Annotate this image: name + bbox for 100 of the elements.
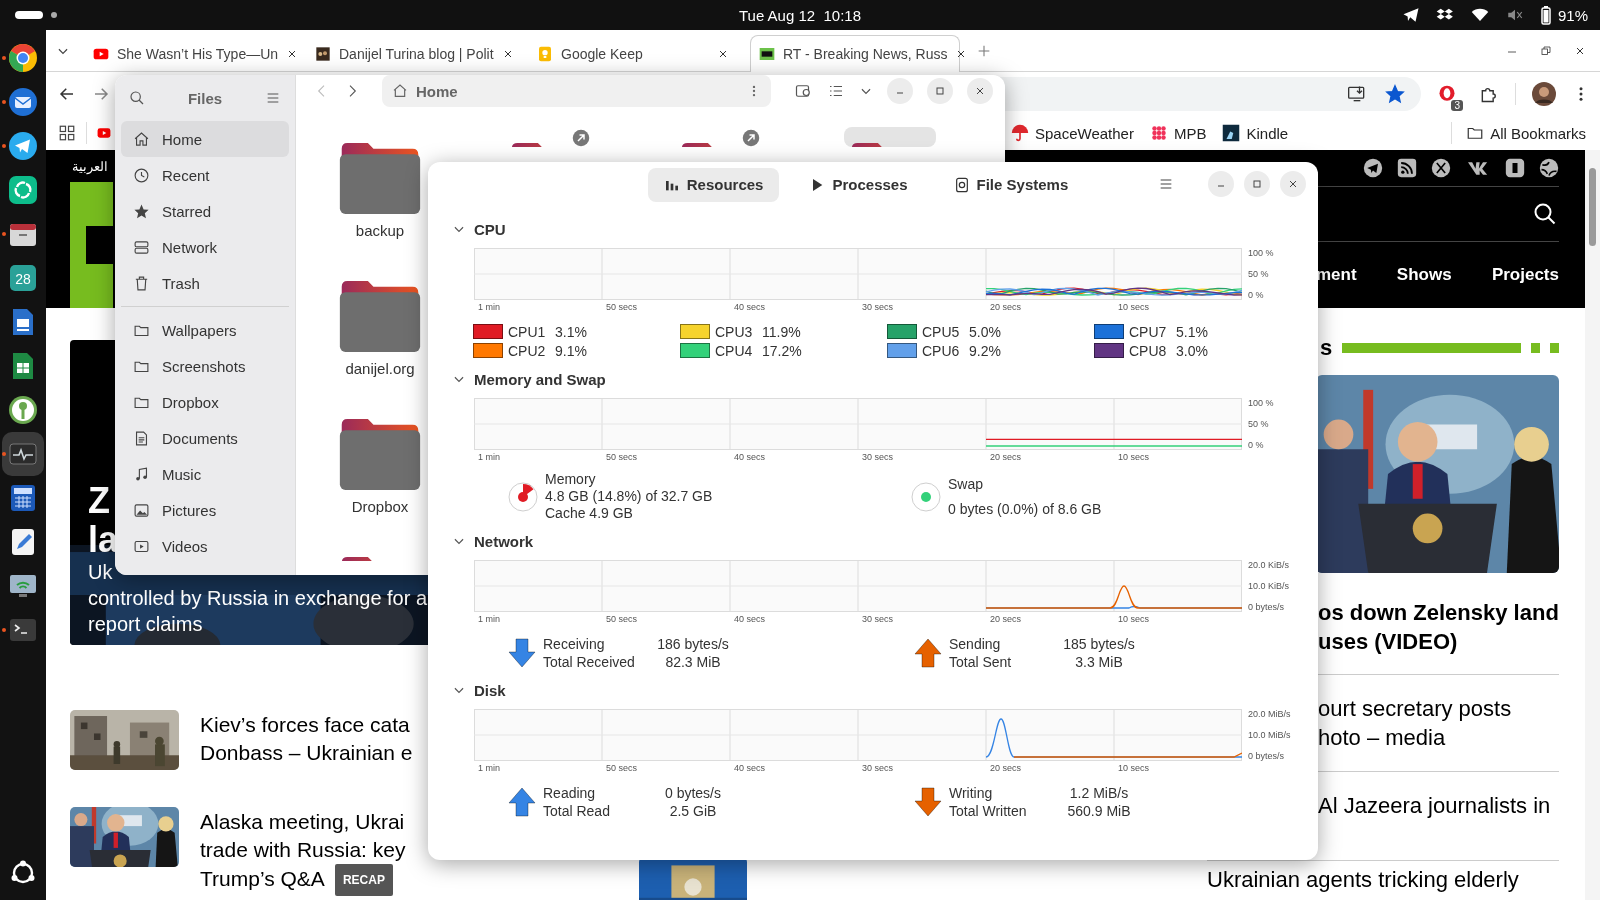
axis-label: 20.0 MiB/s: [1248, 709, 1291, 719]
recap-tag: RECAP: [334, 864, 393, 896]
axis-label: 20 secs: [990, 614, 1022, 624]
section-title: Disk: [474, 681, 506, 699]
view-tab[interactable]: Processes: [793, 167, 924, 202]
stat-value: 2.5 GiB: [668, 802, 718, 820]
sidebar-item[interactable]: Music: [121, 456, 289, 492]
sidebar-item[interactable]: Pictures: [121, 492, 289, 528]
browser-tab[interactable]: She Wasn’t His Type—Un: [84, 35, 294, 71]
nav-link[interactable]: ment: [1316, 265, 1357, 285]
headline-link[interactable]: Donbass – Ukrainian e: [200, 741, 413, 764]
legend-label: CPU6: [922, 342, 961, 359]
axis-label: 0 %: [1248, 440, 1264, 450]
stat-label: Writing: [949, 784, 994, 802]
folder-item[interactable]: backup: [334, 127, 426, 239]
language-link[interactable]: العربية: [72, 158, 108, 174]
axis-label: 0 bytes/s: [1248, 751, 1285, 761]
legend-value: 3.1%: [555, 323, 587, 340]
axis-label: 20 secs: [990, 452, 1022, 462]
legend-value: 5.1%: [1176, 323, 1208, 340]
gauge-value: 0 bytes (0.0%) of 8.6 GB: [948, 500, 1102, 518]
sidebar-item[interactable]: Starred: [121, 193, 289, 229]
axis-label: 30 secs: [862, 452, 894, 462]
headline-link[interactable]: hoto – media: [1318, 723, 1559, 752]
headline-link[interactable]: trade with Russia: key: [200, 838, 406, 861]
axis-label: 10 secs: [1118, 763, 1150, 773]
axis-label: 10 secs: [1118, 614, 1150, 624]
bookmark[interactable]: MPB: [1149, 124, 1207, 142]
axis-label: 10 secs: [1118, 452, 1150, 462]
browser-tab[interactable]: Danijel Turina blog | Polit: [306, 35, 516, 71]
stat-value: 186 bytes/s: [656, 635, 730, 653]
section-heading: s: [1320, 335, 1333, 361]
legend-label: CPU4: [715, 342, 754, 359]
nav-link[interactable]: Projects: [1491, 265, 1559, 285]
headline-link[interactable]: Al Jazeera journalists in: [1318, 791, 1559, 820]
legend-label: CPU7: [1129, 323, 1168, 340]
stat-value: 0 bytes/s: [664, 784, 722, 802]
section-title: CPU: [474, 220, 506, 238]
gauge-value: Cache 4.9 GB: [545, 505, 634, 522]
axis-label: 20 secs: [990, 302, 1022, 312]
axis-label: 50 secs: [606, 302, 638, 312]
gauge-label: Swap: [948, 475, 985, 493]
headline-link[interactable]: Alaska meeting, Ukrai: [200, 810, 405, 833]
axis-label: 30 secs: [862, 614, 894, 624]
folder-item[interactable]: danijel.org: [334, 265, 426, 377]
clock[interactable]: Tue Aug 12 10:18: [738, 6, 861, 24]
browser-tab[interactable]: Google Keep: [528, 35, 738, 71]
headline-link[interactable]: Trump’s Q&A: [200, 866, 325, 890]
axis-label: 50 secs: [606, 614, 638, 624]
bookmark[interactable]: SpaceWeather: [1011, 124, 1134, 142]
axis-label: 50 %: [1248, 419, 1269, 429]
view-tab[interactable]: Resources: [647, 167, 780, 202]
gauge-label: Memory: [545, 471, 597, 488]
axis-label: 10.0 MiB/s: [1248, 730, 1291, 740]
sidebar-item[interactable]: Dropbox: [121, 384, 289, 420]
section-title: Memory and Swap: [474, 370, 606, 388]
window-title: Files: [187, 89, 223, 107]
bookmark[interactable]: Kindle: [1222, 124, 1289, 142]
folder-item[interactable]: Dropbox: [334, 403, 426, 515]
stat-label: Total Read: [543, 802, 611, 820]
summary-text: Uk: [88, 560, 113, 585]
sidebar-item[interactable]: Documents: [121, 420, 289, 456]
headline-link[interactable]: Kiev’s forces face cata: [200, 713, 410, 736]
summary-text: controlled by Russia in exchange for a: [88, 586, 428, 611]
sidebar-item[interactable]: Trash: [121, 265, 289, 301]
legend-value: 5.0%: [969, 323, 1001, 340]
legend-label: CPU5: [922, 323, 961, 340]
headline-link[interactable]: uses (VIDEO): [1318, 627, 1559, 656]
extension-button[interactable]: 3: [1437, 84, 1463, 111]
headline-link[interactable]: os down Zelensky land: [1318, 598, 1559, 627]
sidebar-item[interactable]: Screenshots: [121, 348, 289, 384]
view-tab[interactable]: File Systems: [937, 167, 1085, 202]
axis-label: 0 bytes/s: [1248, 602, 1285, 612]
sidebar-item[interactable]: Videos: [121, 528, 289, 564]
axis-label: 0 %: [1248, 290, 1264, 300]
battery-percentage: 91%: [1557, 6, 1588, 24]
axis-label: 10.0 KiB/s: [1248, 581, 1290, 591]
legend-label: CPU8: [1129, 342, 1168, 359]
axis-label: 30 secs: [862, 302, 894, 312]
axis-label: 10 secs: [1118, 302, 1150, 312]
headline-text: Z: [88, 481, 110, 520]
axis-label: 40 secs: [734, 302, 766, 312]
sidebar-item[interactable]: Wallpapers: [121, 312, 289, 348]
axis-label: 40 secs: [734, 763, 766, 773]
all-bookmarks-button[interactable]: All Bookmarks: [1466, 124, 1586, 142]
sidebar-item[interactable]: Network: [121, 229, 289, 265]
headline-link[interactable]: Ukrainian agents tricking elderly: [1207, 868, 1559, 892]
legend-label: CPU3: [715, 323, 754, 340]
axis-label: 40 secs: [734, 614, 766, 624]
axis-label: 40 secs: [734, 452, 766, 462]
headline-link[interactable]: ourt secretary posts: [1318, 694, 1559, 723]
legend-value: 3.0%: [1176, 342, 1208, 359]
axis-label: 30 secs: [862, 763, 894, 773]
sidebar-item[interactable]: Home: [121, 121, 289, 157]
nav-link[interactable]: Shows: [1396, 265, 1452, 285]
path-bar[interactable]: Home: [382, 75, 771, 107]
stat-value: 82.3 MiB: [664, 653, 722, 671]
axis-label: 100 %: [1248, 398, 1274, 408]
sidebar-item[interactable]: Recent: [121, 157, 289, 193]
legend-value: 17.2%: [762, 342, 802, 359]
